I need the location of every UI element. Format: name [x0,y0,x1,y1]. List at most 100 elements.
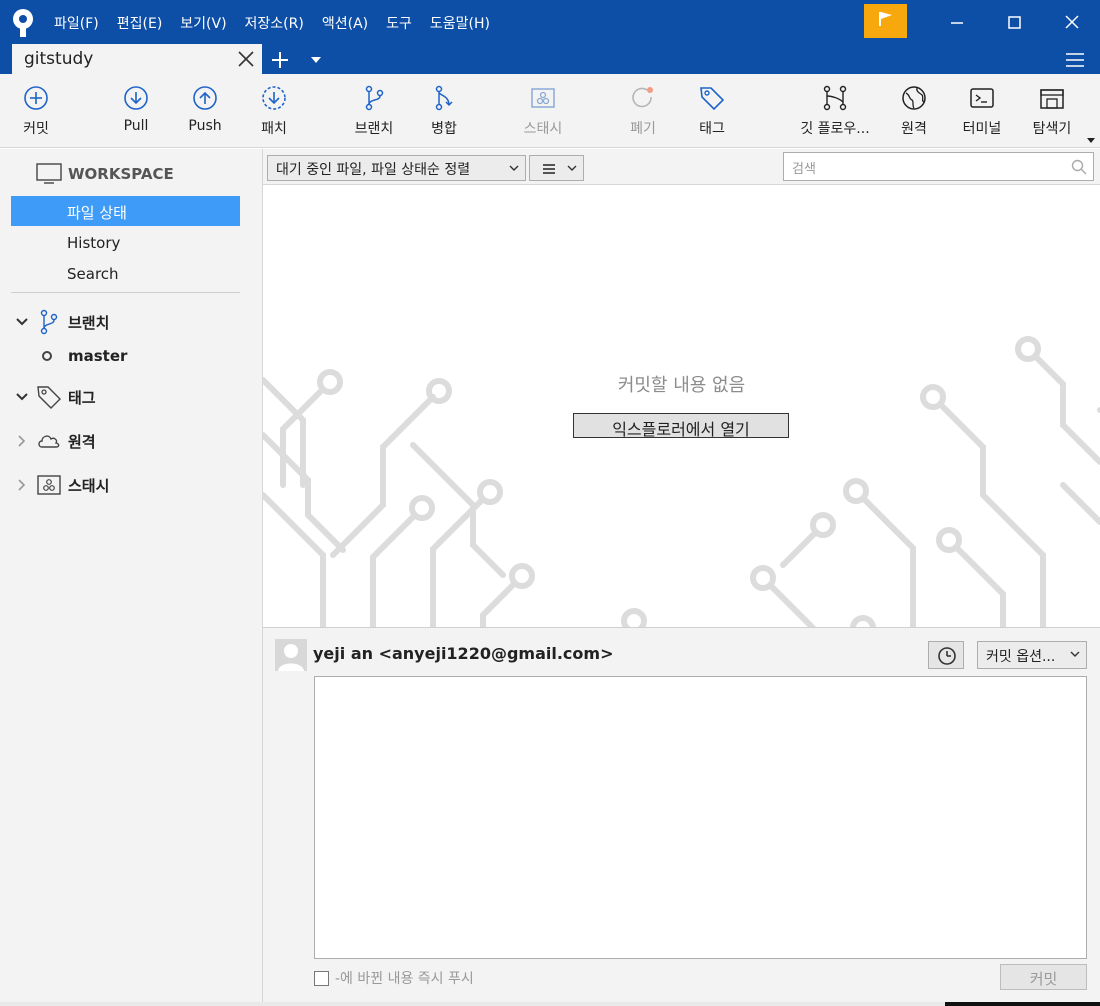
menu-view[interactable]: 보기(V) [180,13,226,33]
checkbox-icon[interactable] [314,970,329,986]
remote-label: 원격 [901,121,927,137]
stash-label: 스태시 [523,121,563,137]
sidebar-item-file-status[interactable]: 파일 상태 [11,196,240,226]
cloud-icon [38,435,60,448]
close-tab-icon[interactable] [236,49,256,69]
commit-options-dropdown[interactable]: 커밋 옵션... [977,641,1087,669]
tab-dropdown-icon[interactable] [308,54,324,66]
gitflow-label: 깃 플로우... [800,121,870,137]
branches-label: 브랜치 [68,313,110,332]
remote-button[interactable]: 원격 [890,74,938,148]
commit-icon [24,86,48,110]
toolbar-overflow-icon[interactable] [1086,136,1096,144]
sidebar-item-search[interactable]: Search [11,259,240,289]
branch-icon [365,85,384,111]
pull-icon [124,86,148,110]
discard-icon [632,87,653,108]
file-filter-value: 대기 중인 파일, 파일 상태순 정렬 [276,162,471,178]
branch-master-label: master [68,347,128,365]
explorer-icon [1040,89,1064,109]
push-immediately-checkbox[interactable]: -에 바뀐 내용 즉시 푸시 [314,968,474,988]
explorer-button[interactable]: 탐색기 [1026,74,1078,148]
search-input[interactable]: 검색 [783,152,1094,181]
file-status-area: 커밋할 내용 없음 익스플로러에서 열기 [263,185,1100,628]
sidebar-group-tags[interactable]: 태그 [14,382,96,412]
branch-icon [40,309,58,335]
merge-icon [435,85,453,111]
menu-help[interactable]: 도움말(H) [430,13,490,33]
merge-button[interactable]: 병합 [420,74,468,148]
chevron-down-icon [16,393,28,401]
gitflow-icon [823,85,847,111]
commit-panel: yeji an <anyeji1220@gmail.com> 커밋 옵션... … [263,628,1100,1006]
add-tab-icon[interactable] [268,48,292,72]
menu-repository[interactable]: 저장소(R) [245,13,304,33]
flag-icon [879,12,892,26]
tag-icon [37,386,61,409]
search-placeholder: 검색 [792,162,816,177]
avatar [275,639,307,671]
tab-gitstudy[interactable]: gitstudy [12,44,262,74]
sidebar-group-branches[interactable]: 브랜치 [14,307,109,337]
terminal-label: 터미널 [962,121,1002,137]
notification-flag-button[interactable] [864,4,907,38]
pull-button[interactable]: Pull [112,74,160,148]
workspace-label: WORKSPACE [68,165,174,183]
circuit-background-illustration [263,336,1100,627]
minimize-icon[interactable] [942,10,972,36]
chevron-down-icon [509,165,519,171]
branch-master[interactable]: master [42,347,127,365]
discard-button[interactable]: 폐기 [619,74,667,148]
terminal-button[interactable]: 터미널 [958,74,1006,148]
commit-options-label: 커밋 옵션... [986,649,1056,665]
chevron-down-icon [567,165,577,171]
maximize-icon[interactable] [999,10,1029,36]
open-in-explorer-button[interactable]: 익스플로러에서 열기 [573,413,789,439]
remotes-label: 원격 [68,432,96,451]
patch-icon [262,86,286,110]
tag-icon [700,87,725,111]
patch-button[interactable]: 패치 [250,74,298,148]
tag-label: 태그 [699,121,725,137]
commit-tool-label: 커밋 [23,121,49,137]
menu-tools[interactable]: 도구 [386,13,412,33]
commit-message-input[interactable] [314,676,1087,959]
push-immediately-label: -에 바뀐 내용 즉시 푸시 [335,971,474,987]
menu-file[interactable]: 파일(F) [54,13,99,33]
sidebar-group-stashes[interactable]: 스태시 [14,470,109,500]
hamburger-menu-icon[interactable] [1064,50,1086,70]
close-window-icon[interactable] [1057,10,1087,36]
tag-button[interactable]: 태그 [688,74,736,148]
sidebar: WORKSPACE 파일 상태 History Search 브랜치 maste… [0,149,263,1006]
taskbar-edge [945,1002,1100,1006]
file-filter-dropdown[interactable]: 대기 중인 파일, 파일 상태순 정렬 [267,155,526,181]
stash-button[interactable]: 스태시 [516,74,570,148]
commit-tool-button[interactable]: 커밋 [12,74,60,148]
search-icon [1071,159,1087,175]
push-button[interactable]: Push [181,74,229,148]
push-icon [193,86,217,110]
explorer-label: 탐색기 [1032,121,1072,137]
menu-edit[interactable]: 편집(E) [117,13,163,33]
toolbar: 커밋 Pull Push 패치 브랜치 병합 스태시 폐기 태그 깃 플로우..… [0,74,1100,148]
sourcetree-logo-icon [13,9,33,37]
status-strip [0,1002,1100,1006]
filter-bar: 대기 중인 파일, 파일 상태순 정렬 검색 [263,149,1100,185]
tab-label: gitstudy [24,49,94,69]
workspace-header: WORKSPACE [36,163,174,185]
gitflow-button[interactable]: 깃 플로우... [793,74,877,148]
sidebar-group-remotes[interactable]: 원격 [14,426,96,456]
merge-label: 병합 [431,121,457,137]
view-mode-dropdown[interactable] [529,155,584,181]
stashes-label: 스태시 [68,476,110,495]
commit-author: yeji an <anyeji1220@gmail.com> [313,644,614,663]
tab-bar: gitstudy [0,44,1100,74]
monitor-icon [36,163,62,184]
branch-button[interactable]: 브랜치 [348,74,400,148]
chevron-right-icon [18,479,26,491]
menu-actions[interactable]: 액션(A) [322,13,368,33]
commit-button[interactable]: 커밋 [1000,964,1087,990]
sidebar-item-history[interactable]: History [11,228,240,258]
commit-history-button[interactable] [928,641,964,669]
terminal-icon [970,88,994,108]
